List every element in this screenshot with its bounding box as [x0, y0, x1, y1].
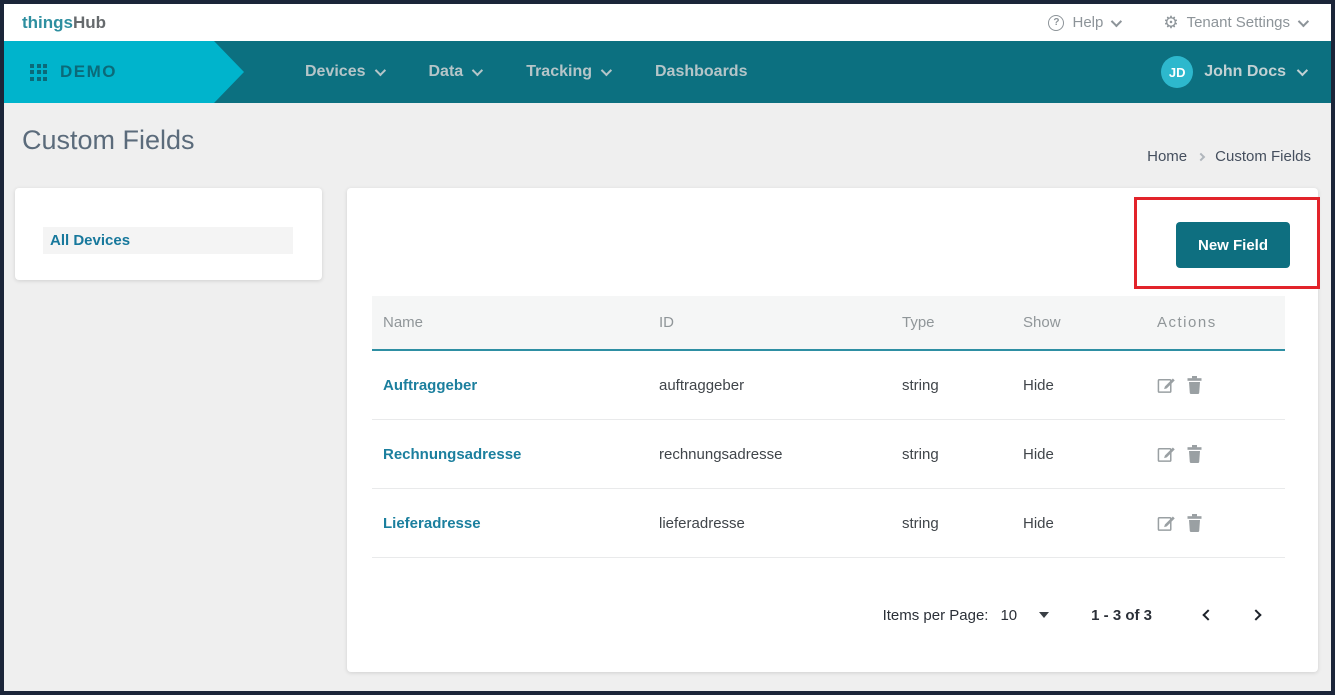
row-actions [1157, 514, 1285, 533]
field-show: Hide [1023, 377, 1157, 394]
column-header-id: ID [659, 314, 902, 331]
field-id: auftraggeber [659, 377, 902, 394]
chevron-down-icon [601, 65, 612, 76]
delete-icon[interactable] [1187, 514, 1202, 532]
help-label: Help [1072, 14, 1103, 31]
field-type: string [902, 377, 1023, 394]
chevron-down-icon [472, 65, 483, 76]
edit-icon[interactable] [1157, 445, 1176, 464]
breadcrumb-home[interactable]: Home [1147, 148, 1187, 165]
row-actions [1157, 376, 1285, 395]
field-name-link[interactable]: Rechnungsadresse [383, 446, 659, 463]
delete-icon[interactable] [1187, 376, 1202, 394]
items-per-page-dropdown-icon[interactable] [1039, 612, 1049, 618]
new-field-button[interactable]: New Field [1176, 222, 1290, 268]
thingshub-logo[interactable]: thingsHub [22, 13, 106, 33]
field-show: Hide [1023, 446, 1157, 463]
main-nav-bar: DEMO Devices Data Tracking Dashboards JD… [4, 41, 1331, 103]
pagination-bar: Items per Page: 10 1 - 3 of 3 [883, 605, 1266, 625]
topbar-menu: ? Help ⚙ Tenant Settings [1048, 14, 1306, 31]
chevron-down-icon [1111, 15, 1122, 26]
logo-things: things [22, 13, 73, 32]
pagination-range: 1 - 3 of 3 [1091, 607, 1152, 624]
logo-hub: Hub [73, 13, 106, 32]
edit-icon[interactable] [1157, 376, 1176, 395]
items-per-page-label: Items per Page: [883, 607, 989, 624]
tenant-settings-label: Tenant Settings [1187, 14, 1290, 31]
field-type: string [902, 446, 1023, 463]
gear-icon: ⚙ [1163, 14, 1178, 31]
nav-menu: Devices Data Tracking Dashboards [305, 41, 747, 103]
custom-fields-card: New Field Name ID Type Show Actions Auft… [347, 188, 1318, 672]
tenant-name: DEMO [60, 62, 117, 82]
column-header-actions: Actions [1157, 314, 1285, 331]
sidebar-item-all-devices[interactable]: All Devices [43, 227, 293, 254]
field-name-link[interactable]: Auftraggeber [383, 377, 659, 394]
tenant-settings-menu[interactable]: ⚙ Tenant Settings [1163, 14, 1306, 31]
table-row: Auftraggeber auftraggeber string Hide [372, 351, 1285, 420]
field-id: lieferadresse [659, 515, 902, 532]
nav-item-label: Devices [305, 63, 366, 81]
nav-item-data[interactable]: Data [429, 63, 481, 81]
sidebar-item-label: All Devices [50, 232, 130, 249]
next-page-button[interactable] [1246, 605, 1266, 625]
help-circle-icon: ? [1048, 15, 1064, 31]
user-name: John Docs [1204, 63, 1286, 81]
breadcrumb: Home Custom Fields [1147, 148, 1311, 165]
page-title: Custom Fields [22, 125, 195, 156]
field-show: Hide [1023, 515, 1157, 532]
nav-item-label: Dashboards [655, 63, 747, 81]
column-header-type: Type [902, 314, 1023, 331]
avatar: JD [1161, 56, 1193, 88]
custom-fields-table: Name ID Type Show Actions Auftraggeber a… [372, 296, 1285, 558]
chevron-down-icon [1298, 15, 1309, 26]
table-header-row: Name ID Type Show Actions [372, 296, 1285, 351]
field-id: rechnungsadresse [659, 446, 902, 463]
field-name-link[interactable]: Lieferadresse [383, 515, 659, 532]
grid-icon [30, 64, 47, 81]
delete-icon[interactable] [1187, 445, 1202, 463]
column-header-show: Show [1023, 314, 1157, 331]
user-menu[interactable]: JD John Docs [1161, 41, 1305, 103]
nav-item-tracking[interactable]: Tracking [526, 63, 609, 81]
chevron-right-icon [1197, 152, 1205, 160]
nav-item-devices[interactable]: Devices [305, 63, 383, 81]
row-actions [1157, 445, 1285, 464]
table-row: Lieferadresse lieferadresse string Hide [372, 489, 1285, 558]
nav-item-label: Tracking [526, 63, 592, 81]
column-header-name: Name [383, 314, 659, 331]
tenant-switcher[interactable]: DEMO [4, 41, 244, 103]
top-bar: thingsHub ? Help ⚙ Tenant Settings [4, 4, 1331, 41]
items-per-page-value[interactable]: 10 [1000, 607, 1017, 624]
nav-item-label: Data [429, 63, 464, 81]
previous-page-button[interactable] [1198, 605, 1218, 625]
field-type: string [902, 515, 1023, 532]
chevron-down-icon [374, 65, 385, 76]
edit-icon[interactable] [1157, 514, 1176, 533]
chevron-down-icon [1297, 65, 1308, 76]
nav-item-dashboards[interactable]: Dashboards [655, 63, 747, 81]
help-menu[interactable]: ? Help [1048, 14, 1119, 31]
app-window: thingsHub ? Help ⚙ Tenant Settings DEMO … [0, 0, 1335, 695]
table-row: Rechnungsadresse rechnungsadresse string… [372, 420, 1285, 489]
sidebar-card: All Devices [15, 188, 322, 280]
breadcrumb-current: Custom Fields [1215, 148, 1311, 165]
